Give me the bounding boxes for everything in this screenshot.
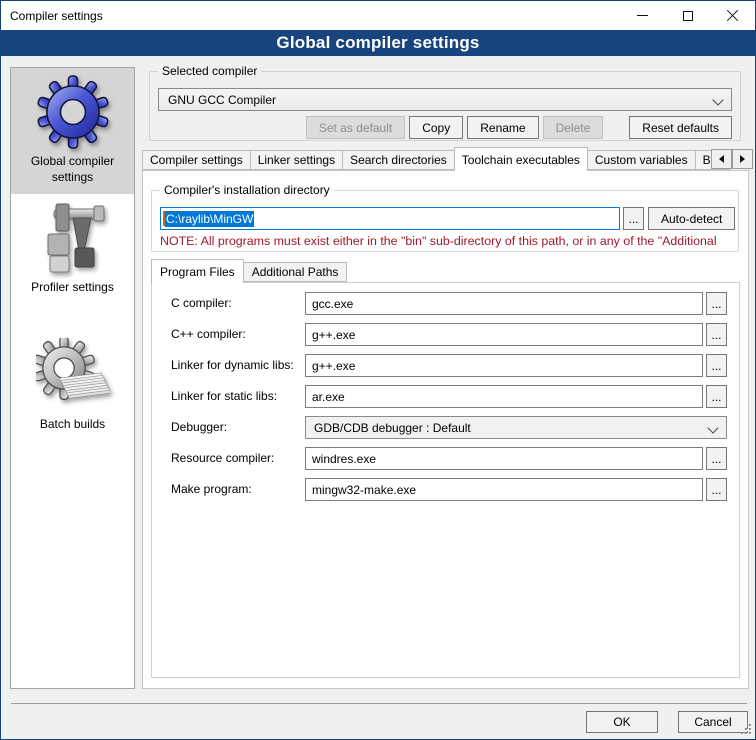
titlebar: Compiler settings xyxy=(1,1,755,30)
selected-compiler-group-label: Selected compiler xyxy=(158,64,261,79)
tab-toolchain-executables[interactable]: Toolchain executables xyxy=(454,147,588,171)
c-compiler-browse-button[interactable]: ... xyxy=(706,292,727,315)
arrow-left-icon xyxy=(719,155,724,163)
cpp-compiler-label: C++ compiler: xyxy=(171,327,246,341)
sidebar-item-label: Batch builds xyxy=(40,417,105,433)
linker-static-row: Linker for static libs: ... xyxy=(152,382,739,413)
browse-directory-button[interactable]: ... xyxy=(623,207,644,230)
linker-static-browse-button[interactable]: ... xyxy=(706,385,727,408)
cpp-compiler-browse-button[interactable]: ... xyxy=(706,323,727,346)
c-compiler-input[interactable] xyxy=(305,292,703,315)
main-panel: Selected compiler GNU GCC Compiler Set a… xyxy=(142,61,749,141)
gray-gear-paper-stack-icon xyxy=(36,338,110,412)
selected-compiler-group: Selected compiler GNU GCC Compiler Set a… xyxy=(149,71,741,141)
resize-grip[interactable] xyxy=(740,724,751,735)
compiler-select-value: GNU GCC Compiler xyxy=(168,93,276,107)
window-title: Compiler settings xyxy=(1,9,103,23)
tab-scroll-right-button[interactable] xyxy=(732,149,753,169)
installation-directory-input[interactable]: C:\raylib\MinGW xyxy=(160,207,620,230)
cpp-compiler-row: C++ compiler: ... xyxy=(152,320,739,351)
c-compiler-label: C compiler: xyxy=(171,296,232,310)
auto-detect-button[interactable]: Auto-detect xyxy=(648,207,735,230)
linker-dynamic-label: Linker for dynamic libs: xyxy=(171,358,294,372)
sidebar-item-profiler-settings[interactable]: Profiler settings xyxy=(11,194,134,305)
toolchain-fields: C compiler: ... C++ compiler: ... Linker… xyxy=(152,289,739,506)
sidebar-item-label: Profiler settings xyxy=(31,280,114,296)
toolchain-executables-page: Compiler's installation directory C:\ray… xyxy=(142,170,749,689)
debugger-label: Debugger: xyxy=(171,420,227,434)
linker-dynamic-row: Linker for dynamic libs: ... xyxy=(152,351,739,382)
sidebar-item-global-compiler-settings[interactable]: Global compiler settings xyxy=(11,68,134,194)
copy-button[interactable]: Copy xyxy=(409,116,463,139)
resource-compiler-row: Resource compiler: ... xyxy=(152,444,739,475)
chevron-down-icon xyxy=(707,422,718,433)
sidebar-item-label: Global compiler settings xyxy=(15,154,130,185)
resource-compiler-browse-button[interactable]: ... xyxy=(706,447,727,470)
linker-static-input[interactable] xyxy=(305,385,703,408)
make-program-row: Make program: ... xyxy=(152,475,739,506)
subtab-program-files[interactable]: Program Files xyxy=(151,259,244,283)
make-program-label: Make program: xyxy=(171,482,252,496)
linker-static-label: Linker for static libs: xyxy=(171,389,277,403)
sidebar-item-batch-builds[interactable]: Batch builds xyxy=(11,331,134,442)
chevron-down-icon xyxy=(712,94,723,105)
minimize-button[interactable] xyxy=(620,1,665,30)
linker-dynamic-browse-button[interactable]: ... xyxy=(706,354,727,377)
settings-tabstrip: Compiler settings Linker settings Search… xyxy=(142,147,749,170)
installation-directory-group-label: Compiler's installation directory xyxy=(160,183,334,198)
make-program-input[interactable] xyxy=(305,478,703,501)
compiler-select[interactable]: GNU GCC Compiler xyxy=(158,88,732,111)
subtab-additional-paths[interactable]: Additional Paths xyxy=(243,262,348,282)
tab-compiler-settings[interactable]: Compiler settings xyxy=(142,150,251,170)
installation-directory-row: C:\raylib\MinGW ... Auto-detect xyxy=(160,207,735,230)
tab-custom-variables[interactable]: Custom variables xyxy=(587,150,696,170)
close-icon xyxy=(726,9,739,22)
installation-directory-group: Compiler's installation directory C:\ray… xyxy=(151,190,739,252)
delete-button[interactable]: Delete xyxy=(543,116,604,139)
tab-search-directories[interactable]: Search directories xyxy=(342,150,455,170)
ok-button[interactable]: OK xyxy=(586,711,658,733)
minimize-icon xyxy=(637,15,648,16)
close-button[interactable] xyxy=(710,1,755,30)
compiler-actions: Set as default Copy Rename Delete Reset … xyxy=(150,116,740,139)
cpp-compiler-input[interactable] xyxy=(305,323,703,346)
compiler-settings-dialog: Compiler settings Global compiler settin… xyxy=(0,0,756,740)
maximize-button[interactable] xyxy=(665,1,710,30)
settings-sidebar: Global compiler settings Profiler settin… xyxy=(10,67,135,689)
debugger-row: Debugger: GDB/CDB debugger : Default xyxy=(152,413,739,444)
make-program-browse-button[interactable]: ... xyxy=(706,478,727,501)
resource-compiler-input[interactable] xyxy=(305,447,703,470)
debugger-select[interactable]: GDB/CDB debugger : Default xyxy=(305,416,727,439)
rename-button[interactable]: Rename xyxy=(467,116,538,139)
footer-separator xyxy=(11,703,747,704)
caliper-tool-icon xyxy=(36,201,110,275)
maximize-icon xyxy=(683,11,693,21)
set-as-default-button[interactable]: Set as default xyxy=(306,116,405,139)
directory-note: NOTE: All programs must exist either in … xyxy=(160,234,734,248)
reset-defaults-button[interactable]: Reset defaults xyxy=(629,116,732,139)
debugger-select-value: GDB/CDB debugger : Default xyxy=(314,421,471,435)
tab-scroll-left-button[interactable] xyxy=(711,149,732,169)
files-subtabstrip: Program Files Additional Paths xyxy=(151,258,346,282)
installation-directory-value: C:\raylib\MinGW xyxy=(165,211,254,227)
c-compiler-row: C compiler: ... xyxy=(152,289,739,320)
page-title: Global compiler settings xyxy=(1,30,755,56)
cancel-button[interactable]: Cancel xyxy=(678,711,748,733)
window-controls xyxy=(620,1,755,30)
resource-compiler-label: Resource compiler: xyxy=(171,451,274,465)
linker-dynamic-input[interactable] xyxy=(305,354,703,377)
program-files-page: C compiler: ... C++ compiler: ... Linker… xyxy=(151,282,740,678)
tab-linker-settings[interactable]: Linker settings xyxy=(250,150,343,170)
blue-gear-icon xyxy=(36,75,110,149)
arrow-right-icon xyxy=(740,155,745,163)
